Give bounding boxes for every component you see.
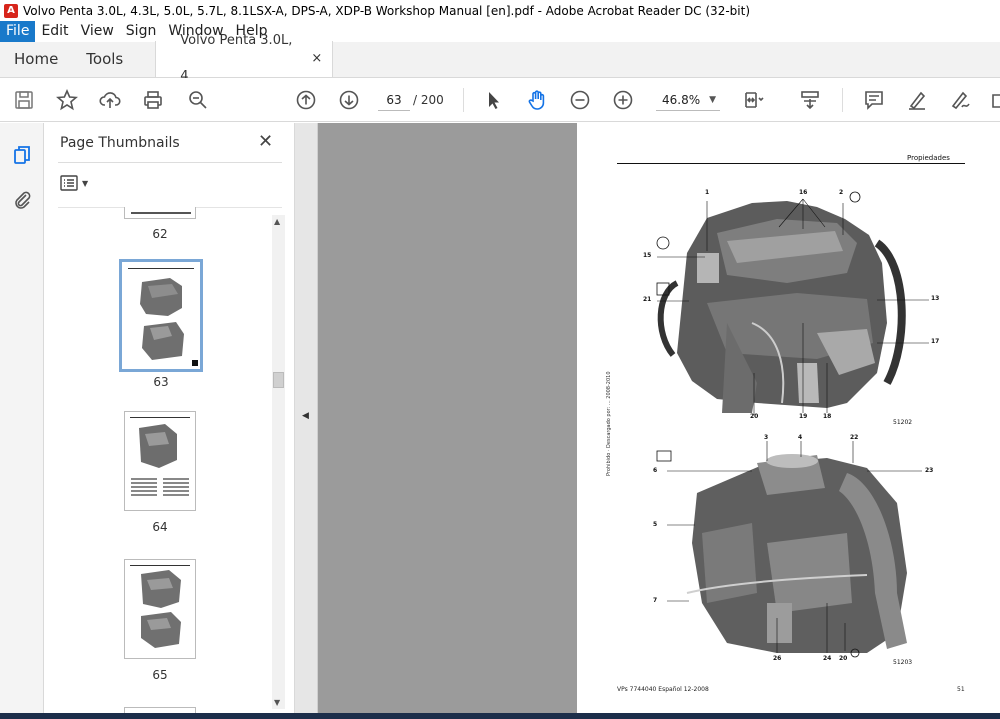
scroll-up-arrow[interactable]: ▲ xyxy=(274,217,280,226)
callout-label: 19 xyxy=(799,413,808,420)
thumbnail-label: 62 xyxy=(152,227,168,241)
scroll-mode-icon[interactable] xyxy=(798,88,822,112)
menu-view[interactable]: View xyxy=(75,21,120,42)
chevron-down-icon: ▼ xyxy=(709,95,716,105)
panel-collapse-strip[interactable]: ◀ xyxy=(295,123,318,719)
save-icon[interactable] xyxy=(12,88,36,112)
chevron-down-icon: ▼ xyxy=(82,178,89,188)
page-thumbnails-icon[interactable] xyxy=(10,143,34,167)
callout-label: 22 xyxy=(850,434,859,441)
callout-label: 20 xyxy=(839,655,848,662)
chevron-left-icon[interactable]: ◀ xyxy=(302,411,309,421)
menu-file[interactable]: File xyxy=(0,21,36,42)
taskbar xyxy=(0,713,1000,719)
thumbnail-label: 63 xyxy=(153,375,169,389)
thumbnail-image xyxy=(124,411,196,511)
callout-label: 1 xyxy=(705,189,710,196)
scroll-down-arrow[interactable]: ▼ xyxy=(274,698,280,707)
callout-label: 2 xyxy=(839,189,844,196)
callout-label: 18 xyxy=(823,413,832,420)
callout-label: 7 xyxy=(653,597,658,604)
thumbnail-label: 65 xyxy=(152,668,168,682)
callout-label: 16 xyxy=(799,189,808,196)
print-icon[interactable] xyxy=(141,88,165,112)
window-title: Volvo Penta 3.0L, 4.3L, 5.0L, 5.7L, 8.1L… xyxy=(23,3,750,18)
more-tools-icon[interactable] xyxy=(988,88,1000,112)
zoom-level-value: 46.8% xyxy=(662,93,701,107)
menu-sign[interactable]: Sign xyxy=(120,21,163,42)
page-footer-right: 51 xyxy=(957,686,965,693)
zoom-in-icon[interactable] xyxy=(611,88,635,112)
tab-close-button[interactable]: × xyxy=(311,41,322,77)
thumbnail-scrollbar[interactable]: ▲ ▼ xyxy=(272,215,285,709)
callout-label: 6 xyxy=(653,467,658,474)
comment-icon[interactable] xyxy=(862,88,886,112)
engine-bottom-drawing xyxy=(686,454,907,653)
callout-label: 17 xyxy=(931,338,940,345)
callout-label: 21 xyxy=(643,296,652,303)
callout-label: 15 xyxy=(643,252,652,259)
callout-label: 13 xyxy=(931,295,940,302)
document-viewport[interactable]: Propiedades Prohibido · Descargado por: … xyxy=(318,123,1000,719)
tab-document[interactable]: Volvo Penta 3.0L, 4... × xyxy=(155,33,334,84)
sign-icon[interactable] xyxy=(948,88,972,112)
panel-title: Page Thumbnails xyxy=(60,135,180,151)
main-toolbar: 63 / 200 46.8% ▼ xyxy=(0,78,1000,122)
select-cursor-icon[interactable] xyxy=(482,88,506,112)
callout-label: 4 xyxy=(798,434,803,441)
figure-number: 51202 xyxy=(893,419,913,426)
upload-icon[interactable] xyxy=(98,88,122,112)
star-icon[interactable] xyxy=(55,88,79,112)
callout-label: 24 xyxy=(823,655,832,662)
figure-number: 51203 xyxy=(893,659,913,666)
left-rail xyxy=(0,123,44,719)
callout-label: 23 xyxy=(925,467,934,474)
thumbnail-image xyxy=(124,207,196,219)
callout-label: 26 xyxy=(773,655,782,662)
engine-illustration xyxy=(656,191,929,658)
title-bar: A Volvo Penta 3.0L, 4.3L, 5.0L, 5.7L, 8.… xyxy=(0,0,1000,21)
callout-label: 20 xyxy=(750,413,759,420)
callout-label: 5 xyxy=(653,521,658,528)
callout-label: 3 xyxy=(764,434,769,441)
toolbar-divider xyxy=(463,88,464,112)
tab-tools[interactable]: Tools xyxy=(72,41,137,77)
attachment-icon[interactable] xyxy=(10,187,34,211)
panel-close-button[interactable]: ✕ xyxy=(258,131,273,152)
engine-top-drawing xyxy=(657,201,906,413)
page-number-input[interactable]: 63 xyxy=(378,89,410,111)
zoom-search-icon[interactable] xyxy=(186,88,210,112)
tab-row: Home Tools Volvo Penta 3.0L, 4... × xyxy=(0,33,1000,84)
page-up-icon[interactable] xyxy=(294,88,318,112)
highlight-icon[interactable] xyxy=(905,88,929,112)
thumbnail-image xyxy=(119,259,203,372)
page-footer-left: VPs 7744040 Español 12-2008 xyxy=(617,686,709,693)
page-down-icon[interactable] xyxy=(337,88,361,112)
menu-bar: File Edit View Sign Window Help xyxy=(0,21,1000,42)
scrollbar-thumb[interactable] xyxy=(273,372,284,388)
menu-edit[interactable]: Edit xyxy=(35,21,74,42)
tab-home[interactable]: Home xyxy=(0,41,72,77)
page-total-label: / 200 xyxy=(413,93,444,107)
fit-page-icon[interactable] xyxy=(742,88,766,112)
thumbnail-label: 64 xyxy=(152,520,168,534)
toolbar-divider xyxy=(842,88,843,112)
page-thumbnails-panel: Page Thumbnails ✕ ▼ 62 63 64 65 ▲ ▼ xyxy=(44,123,295,719)
zoom-out-icon[interactable] xyxy=(568,88,592,112)
hand-icon[interactable] xyxy=(525,88,549,112)
pdf-page: Propiedades Prohibido · Descargado por: … xyxy=(577,123,1000,719)
thumbnail-options-button[interactable]: ▼ xyxy=(60,175,88,191)
acrobat-app-icon: A xyxy=(4,3,18,18)
options-list-icon xyxy=(60,175,78,191)
thumbnail-image xyxy=(124,559,196,659)
panel-divider xyxy=(58,162,282,163)
zoom-level-select[interactable]: 46.8% ▼ xyxy=(656,89,720,111)
